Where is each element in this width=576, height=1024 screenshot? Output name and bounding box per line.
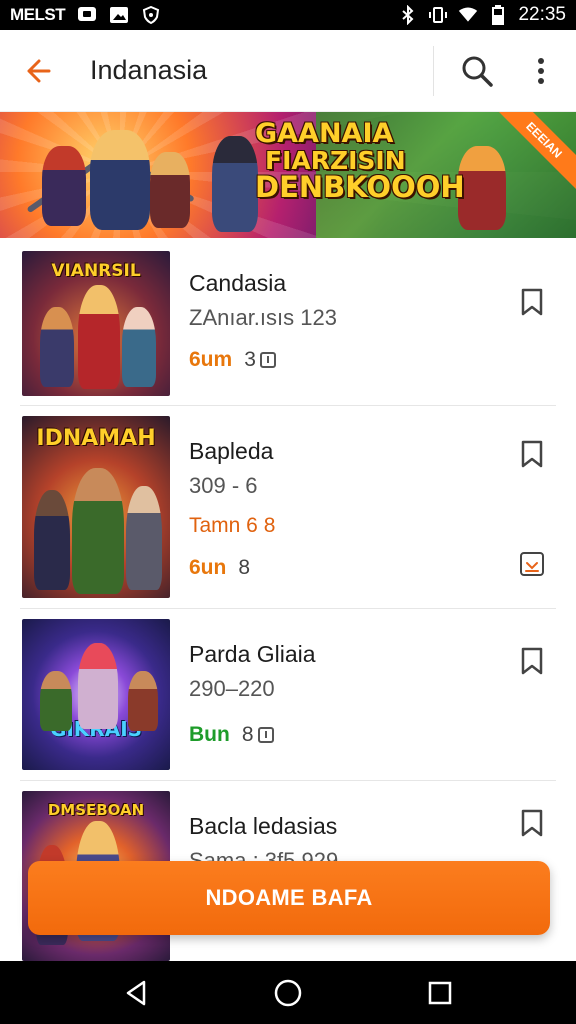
- thumbnail-title: VIANRSIL: [51, 261, 141, 281]
- item-subtitle: ZAnıar.ısıs 123: [189, 305, 337, 330]
- list-item[interactable]: IDNAMAH Bapleda 309 - 6 Tamn 6 8 6un 8: [20, 406, 556, 609]
- vibrate-icon: [428, 6, 448, 24]
- download-button[interactable]: [514, 546, 550, 582]
- arrow-left-icon: [27, 59, 51, 82]
- wifi-icon: [458, 6, 478, 24]
- bluetooth-icon: [398, 5, 418, 25]
- bookmark-button[interactable]: [514, 436, 550, 472]
- status-bar: MELST 22:35: [0, 0, 576, 30]
- image-icon: [109, 6, 129, 24]
- search-icon: [462, 56, 493, 87]
- banner-title-line: DENBKOOOH: [255, 170, 465, 205]
- app-bar: Indanasia: [0, 30, 576, 112]
- item-count: 3: [244, 348, 276, 372]
- carrier-label: MELST: [10, 5, 66, 24]
- banner-title-line: GAANAIA: [255, 118, 394, 149]
- system-nav-bar: [0, 961, 576, 1024]
- bookmark-icon: [521, 647, 543, 675]
- item-extra-info: Tamn 6 8: [189, 514, 276, 537]
- item-subtitle: 309 - 6: [189, 473, 258, 498]
- box-icon: [257, 727, 274, 743]
- item-count-value: 8: [238, 556, 251, 579]
- thumbnail-character-art: [78, 285, 120, 389]
- banner-hero-art: [458, 146, 506, 230]
- item-meta: 6um 3: [189, 348, 276, 372]
- back-button[interactable]: [0, 30, 76, 112]
- bookmark-button[interactable]: [514, 805, 550, 841]
- chat-icon: [77, 6, 97, 24]
- thumbnail-character-art: [34, 490, 70, 590]
- item-subtitle: 290–220: [189, 676, 275, 701]
- back-triangle-icon: [126, 980, 146, 1005]
- thumbnail-character-art: [72, 468, 124, 594]
- thumbnail-title: IDNAMAH: [36, 426, 156, 451]
- thumbnail-character-art: [78, 643, 118, 729]
- bookmark-icon: [521, 288, 543, 316]
- banner-hero-art: [42, 146, 86, 226]
- game-thumbnail: IDNAMAH: [22, 416, 170, 598]
- item-count-value: 3: [244, 348, 256, 371]
- nav-home-button[interactable]: [258, 963, 318, 1023]
- bookmark-icon: [521, 440, 543, 468]
- item-price: 6um: [189, 348, 233, 371]
- thumbnail-character-art: [40, 671, 72, 731]
- item-count: 8: [242, 723, 274, 747]
- search-button[interactable]: [434, 30, 520, 112]
- game-list: VIANRSIL Candasia ZAnıar.ısıs 123 6um 3 …: [0, 238, 576, 961]
- thumbnail-character-art: [40, 307, 74, 387]
- download-icon: [520, 552, 544, 576]
- banner-hero-art: [212, 136, 258, 232]
- thumbnail-title: DMSEBOAN: [47, 801, 145, 819]
- bookmark-icon: [521, 809, 543, 837]
- item-title: Bapleda: [189, 438, 274, 464]
- nav-recents-button[interactable]: [410, 963, 470, 1023]
- list-item[interactable]: GIKRAIS Parda Gliaia 290–220 Bun 8: [20, 609, 556, 781]
- more-options-button[interactable]: [520, 30, 562, 112]
- item-count-value: 8: [241, 723, 254, 746]
- box-icon: [259, 352, 276, 368]
- item-count: 8: [238, 556, 250, 580]
- thumbnail-character-art: [122, 307, 156, 387]
- nav-back-button[interactable]: [106, 963, 166, 1023]
- item-price: 6un: [189, 556, 227, 579]
- thumbnail-character-art: [126, 486, 162, 590]
- bookmark-button[interactable]: [514, 643, 550, 679]
- item-title: Parda Gliaia: [189, 641, 316, 667]
- item-meta: Bun 8: [189, 723, 274, 747]
- banner-title: GAANAIA FIARZISIN DENBKOOOH: [255, 118, 465, 205]
- item-price: Bun: [189, 723, 230, 746]
- recents-square-icon: [428, 981, 452, 1004]
- item-title: Bacla ledasias: [189, 813, 338, 839]
- promo-banner[interactable]: GAANAIA FIARZISIN DENBKOOOH EEEIAN: [0, 112, 576, 238]
- shield-icon: [141, 6, 161, 24]
- game-thumbnail: VIANRSIL: [22, 251, 170, 396]
- banner-hero-art: [150, 152, 190, 228]
- item-title: Candasia: [189, 270, 287, 296]
- banner-hero-art: [90, 130, 150, 230]
- primary-action-button[interactable]: NDOAME BAFA: [28, 861, 550, 935]
- item-meta: 6un 8: [189, 556, 250, 580]
- more-vert-icon: [538, 57, 544, 84]
- home-circle-icon: [274, 979, 302, 1006]
- battery-icon: [488, 5, 508, 25]
- bookmark-button[interactable]: [514, 284, 550, 320]
- page-title: Indanasia: [90, 55, 208, 85]
- thumbnail-character-art: [128, 671, 158, 731]
- clock: 22:35: [518, 4, 566, 25]
- list-item[interactable]: VIANRSIL Candasia ZAnıar.ısıs 123 6um 3: [20, 238, 556, 406]
- game-thumbnail: GIKRAIS: [22, 619, 170, 770]
